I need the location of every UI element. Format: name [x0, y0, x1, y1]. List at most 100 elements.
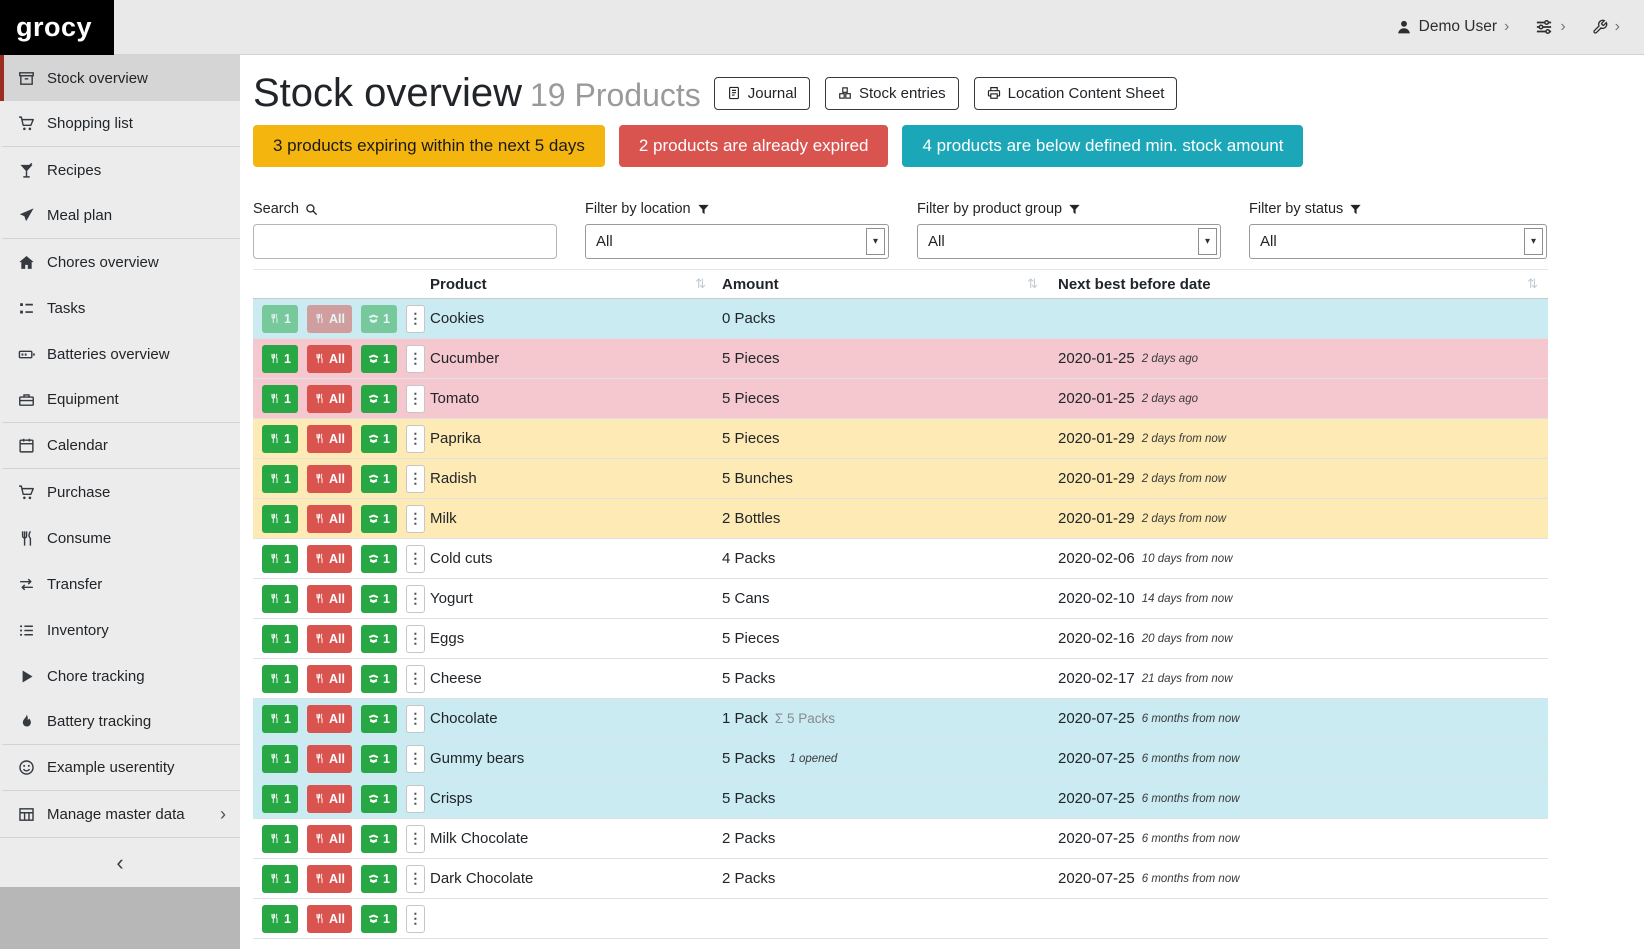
consume-one-button[interactable]: 1 — [262, 305, 298, 333]
journal-button[interactable]: Journal — [714, 77, 810, 110]
row-menu-button[interactable]: ⋮ — [406, 705, 425, 733]
open-one-button[interactable]: 1 — [361, 305, 397, 333]
product-group-filter-select[interactable]: All ▾ — [917, 224, 1221, 259]
open-one-button[interactable]: 1 — [361, 545, 397, 573]
sidebar-item[interactable]: Tasks — [0, 285, 240, 331]
row-menu-button[interactable]: ⋮ — [406, 305, 425, 333]
app-logo[interactable]: grocy — [0, 0, 114, 55]
sidebar-item[interactable]: Example userentity — [0, 745, 240, 791]
row-menu-button[interactable]: ⋮ — [406, 825, 425, 853]
row-menu-button[interactable]: ⋮ — [406, 425, 425, 453]
sidebar-item[interactable]: Meal plan — [0, 193, 240, 239]
row-menu-button[interactable]: ⋮ — [406, 585, 425, 613]
expired-alert[interactable]: 2 products are already expired — [619, 125, 889, 167]
consume-one-button[interactable]: 1 — [262, 905, 298, 933]
open-one-button[interactable]: 1 — [361, 785, 397, 813]
open-one-button[interactable]: 1 — [361, 385, 397, 413]
below-min-alert[interactable]: 4 products are below defined min. stock … — [902, 125, 1303, 167]
consume-all-button[interactable]: All — [307, 345, 352, 373]
row-menu-button[interactable]: ⋮ — [406, 345, 425, 373]
sidebar-item[interactable]: Transfer — [0, 561, 240, 607]
consume-one-button[interactable]: 1 — [262, 705, 298, 733]
sidebar-item[interactable]: Calendar — [0, 423, 240, 469]
open-one-button[interactable]: 1 — [361, 905, 397, 933]
column-header-amount[interactable]: Amount ⇅ — [710, 276, 1045, 293]
consume-all-button[interactable]: All — [307, 705, 352, 733]
consume-all-button[interactable]: All — [307, 865, 352, 893]
location-content-sheet-button[interactable]: Location Content Sheet — [974, 77, 1178, 110]
row-menu-button[interactable]: ⋮ — [406, 785, 425, 813]
location-filter-select[interactable]: All ▾ — [585, 224, 889, 259]
open-one-button[interactable]: 1 — [361, 625, 397, 653]
row-menu-button[interactable]: ⋮ — [406, 465, 425, 493]
row-menu-button[interactable]: ⋮ — [406, 545, 425, 573]
consume-one-button[interactable]: 1 — [262, 665, 298, 693]
open-one-button[interactable]: 1 — [361, 345, 397, 373]
consume-all-button[interactable]: All — [307, 825, 352, 853]
open-one-button[interactable]: 1 — [361, 865, 397, 893]
consume-one-button[interactable]: 1 — [262, 465, 298, 493]
sidebar-item[interactable]: Battery tracking — [0, 699, 240, 745]
sidebar-item[interactable]: Chore tracking — [0, 653, 240, 699]
column-header-product[interactable]: Product ⇅ — [428, 276, 710, 293]
sidebar-item[interactable]: Purchase — [0, 469, 240, 515]
consume-all-button[interactable]: All — [307, 465, 352, 493]
search-input[interactable] — [253, 224, 557, 259]
sidebar-collapse-button[interactable]: ‹ — [0, 837, 240, 887]
open-one-button[interactable]: 1 — [361, 505, 397, 533]
consume-all-button[interactable]: All — [307, 385, 352, 413]
sidebar-item[interactable]: Consume — [0, 515, 240, 561]
consume-all-button[interactable]: All — [307, 665, 352, 693]
sidebar-item[interactable]: Shopping list — [0, 101, 240, 147]
consume-all-button[interactable]: All — [307, 905, 352, 933]
open-one-button[interactable]: 1 — [361, 825, 397, 853]
consume-one-button[interactable]: 1 — [262, 865, 298, 893]
status-filter-select[interactable]: All ▾ — [1249, 224, 1547, 259]
consume-all-button[interactable]: All — [307, 785, 352, 813]
sidebar-item[interactable]: Recipes — [0, 147, 240, 193]
sidebar-item[interactable]: Chores overview — [0, 239, 240, 285]
consume-all-button[interactable]: All — [307, 505, 352, 533]
consume-one-button[interactable]: 1 — [262, 585, 298, 613]
row-menu-button[interactable]: ⋮ — [406, 385, 425, 413]
consume-all-button[interactable]: All — [307, 545, 352, 573]
consume-all-button[interactable]: All — [307, 585, 352, 613]
row-menu-button[interactable]: ⋮ — [406, 625, 425, 653]
column-header-best-before[interactable]: Next best before date ⇅ — [1045, 276, 1548, 293]
consume-one-button[interactable]: 1 — [262, 505, 298, 533]
sidebar-item[interactable]: Equipment — [0, 377, 240, 423]
consume-one-button[interactable]: 1 — [262, 825, 298, 853]
consume-one-button[interactable]: 1 — [262, 785, 298, 813]
stock-entries-button[interactable]: Stock entries — [825, 77, 959, 110]
consume-one-button[interactable]: 1 — [262, 425, 298, 453]
open-one-button[interactable]: 1 — [361, 465, 397, 493]
consume-one-button[interactable]: 1 — [262, 625, 298, 653]
consume-all-button[interactable]: All — [307, 305, 352, 333]
open-one-button[interactable]: 1 — [361, 665, 397, 693]
row-menu-button[interactable]: ⋮ — [406, 505, 425, 533]
consume-one-button[interactable]: 1 — [262, 385, 298, 413]
row-menu-button[interactable]: ⋮ — [406, 665, 425, 693]
row-menu-button[interactable]: ⋮ — [406, 905, 425, 933]
open-one-button[interactable]: 1 — [361, 745, 397, 773]
consume-all-button[interactable]: All — [307, 625, 352, 653]
consume-one-button[interactable]: 1 — [262, 745, 298, 773]
sidebar-item[interactable]: Inventory — [0, 607, 240, 653]
open-one-button[interactable]: 1 — [361, 705, 397, 733]
row-menu-button[interactable]: ⋮ — [406, 745, 425, 773]
user-menu[interactable]: Demo User › — [1396, 18, 1510, 36]
consume-all-button[interactable]: All — [307, 745, 352, 773]
consume-all-button[interactable]: All — [307, 425, 352, 453]
sidebar-item[interactable]: Stock overview — [0, 55, 240, 101]
row-menu-button[interactable]: ⋮ — [406, 865, 425, 893]
page-title: Stock overview19 Products — [253, 71, 701, 115]
settings-menu[interactable]: › — [1535, 18, 1565, 36]
consume-one-button[interactable]: 1 — [262, 345, 298, 373]
consume-one-button[interactable]: 1 — [262, 545, 298, 573]
open-one-button[interactable]: 1 — [361, 585, 397, 613]
sidebar-item[interactable]: Manage master data › — [0, 791, 240, 837]
sidebar-item[interactable]: Batteries overview — [0, 331, 240, 377]
open-one-button[interactable]: 1 — [361, 425, 397, 453]
admin-menu[interactable]: › — [1592, 19, 1620, 35]
expiring-alert[interactable]: 3 products expiring within the next 5 da… — [253, 125, 605, 167]
